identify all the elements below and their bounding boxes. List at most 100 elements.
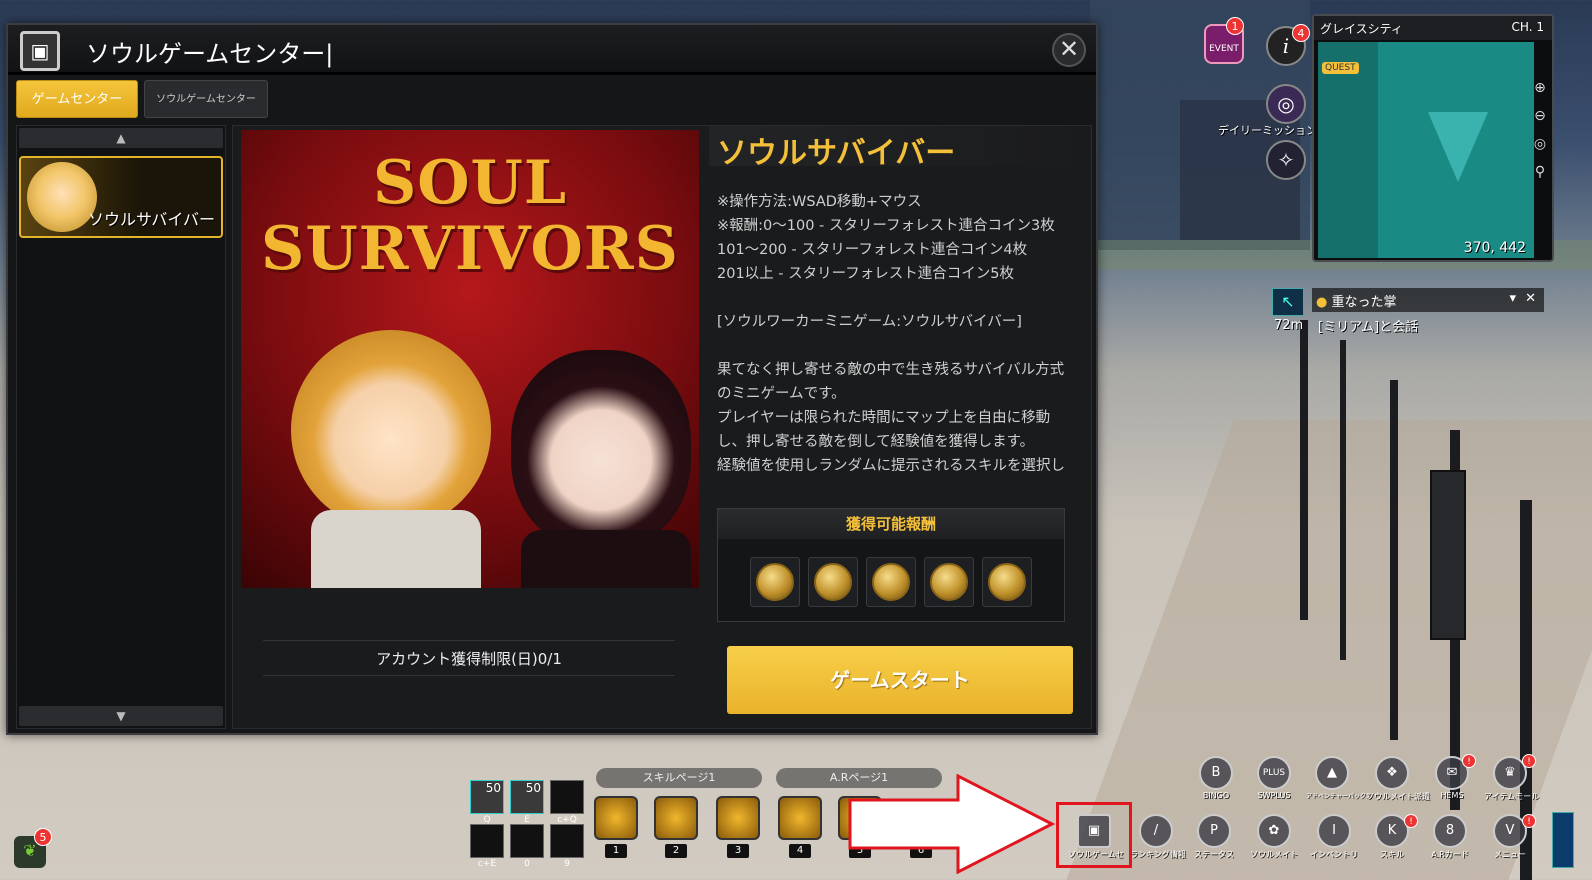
tree-icon: ▲ bbox=[1315, 756, 1349, 790]
menu-label: BINGO bbox=[1202, 791, 1230, 800]
dark-haired-character-body bbox=[521, 530, 691, 588]
emote-slot[interactable] bbox=[716, 796, 760, 840]
menu-label: SWPLUS bbox=[1257, 791, 1291, 800]
description-line: 101～200 - スタリーフォレスト連合コイン4枚 bbox=[717, 242, 1028, 258]
side-panel-toggle[interactable] bbox=[1552, 812, 1574, 868]
quest-objective: [ミリアム]と会話 bbox=[1318, 320, 1419, 335]
daily-limit-text: アカウント獲得制限(日)0/1 bbox=[263, 640, 675, 676]
quest-tracker[interactable]: ↖ ● 重なった掌 ▾ ✕ 72m [ミリアム]と会話 bbox=[1272, 286, 1544, 342]
game-title: ソウルサバイバー bbox=[717, 136, 956, 171]
emote-key: 2 bbox=[665, 844, 687, 858]
minimap-coordinates: 370, 442 bbox=[1463, 240, 1526, 256]
ar-card-icon: 8 bbox=[1433, 814, 1467, 848]
menu-swplus[interactable]: PLUS SWPLUS bbox=[1248, 756, 1300, 804]
map-area bbox=[1318, 42, 1378, 258]
emote-slot[interactable] bbox=[778, 796, 822, 840]
quest-marker: QUEST bbox=[1322, 62, 1359, 74]
quest-title: 重なった掌 bbox=[1331, 295, 1397, 310]
zoom-out-icon[interactable]: ⊖ bbox=[1530, 108, 1550, 128]
coin-icon bbox=[756, 563, 794, 601]
reward-slot[interactable] bbox=[866, 557, 916, 607]
coin-icon bbox=[814, 563, 852, 601]
tab-soul-game-center-beta[interactable]: ソウルゲームセンター[BETA] bbox=[144, 80, 268, 143]
event-label: EVENT bbox=[1209, 44, 1239, 54]
notification-badge: ! bbox=[1462, 754, 1476, 768]
minimap-map[interactable]: QUEST 370, 442 bbox=[1318, 42, 1534, 258]
pointer-arrow bbox=[848, 774, 1056, 874]
close-icon[interactable]: ✕ bbox=[1525, 291, 1536, 306]
reward-slot[interactable] bbox=[924, 557, 974, 607]
collapse-icon[interactable]: ▾ bbox=[1509, 291, 1516, 306]
daily-mission-icon[interactable]: ◎ bbox=[1266, 84, 1306, 124]
minimap-location: グレイスシティ bbox=[1320, 22, 1403, 36]
hotbar-slot[interactable]: 50 Q bbox=[470, 780, 504, 825]
guild-emblem-icon[interactable]: ✧ bbox=[1266, 140, 1306, 180]
reward-header: 獲得可能報酬 bbox=[718, 509, 1064, 539]
menu-adventure-pass[interactable]: ▲ アドベンチャーパックス bbox=[1306, 756, 1372, 804]
emote-slot[interactable] bbox=[654, 796, 698, 840]
character-thumbnail bbox=[27, 162, 97, 232]
quest-distance: 72m bbox=[1274, 318, 1304, 333]
coin-icon bbox=[872, 563, 910, 601]
scroll-down-button[interactable]: ▼ bbox=[19, 706, 223, 726]
channel-selector[interactable]: CH. 1 bbox=[1512, 20, 1544, 34]
scroll-up-button[interactable]: ▲ bbox=[19, 128, 223, 148]
skill-page-selector[interactable]: スキルページ1 bbox=[596, 768, 762, 788]
menu-label: ステータス bbox=[1194, 850, 1234, 859]
slot-key: c+E bbox=[477, 859, 497, 869]
menu-status[interactable]: P ステータス bbox=[1188, 814, 1240, 862]
reward-slot[interactable] bbox=[808, 557, 858, 607]
hotbar-slot[interactable]: c+Q bbox=[550, 780, 584, 825]
globe-icon[interactable]: ◎ bbox=[1530, 136, 1550, 156]
hotbar-slot[interactable]: 50 E bbox=[510, 780, 544, 825]
close-button[interactable]: ✕ bbox=[1052, 33, 1086, 67]
reward-slot[interactable] bbox=[982, 557, 1032, 607]
emote-key: 4 bbox=[789, 844, 811, 858]
window-title-bar[interactable]: ▣ ソウルゲームセンター| ✕ bbox=[8, 25, 1096, 75]
game-start-button[interactable]: ゲームスタート bbox=[727, 646, 1073, 714]
menu-ranking[interactable]: / ランキング情報 bbox=[1130, 814, 1186, 862]
menu-label: アイテムモール bbox=[1484, 792, 1540, 801]
minimap-header: グレイスシティ CH. 1 bbox=[1314, 16, 1552, 40]
quest-title-bar: ● 重なった掌 ▾ ✕ bbox=[1312, 288, 1544, 312]
pin-icon[interactable]: ⚲ bbox=[1530, 164, 1550, 184]
tab-game-center[interactable]: ゲームセンター bbox=[16, 80, 138, 118]
game-list-item-soul-survivor[interactable]: ソウルサバイバー bbox=[19, 156, 223, 238]
notification-badge: ! bbox=[1522, 814, 1536, 828]
menu-bingo[interactable]: B BINGO bbox=[1190, 756, 1242, 804]
hotbar-slot[interactable]: 9 bbox=[550, 824, 584, 869]
info-badge: 4 bbox=[1292, 24, 1310, 42]
hotbar-slot[interactable]: 0 bbox=[510, 824, 544, 869]
dark-haired-character-art bbox=[511, 350, 691, 550]
menu-inventory[interactable]: I インベントリ bbox=[1308, 814, 1360, 862]
zoom-in-icon[interactable]: ⊕ bbox=[1530, 80, 1550, 100]
coin-icon bbox=[930, 563, 968, 601]
plant-badge: 5 bbox=[34, 828, 52, 846]
daily-mission-label: デイリーミッション bbox=[1218, 124, 1317, 137]
soul-game-center-window: ▣ ソウルゲームセンター| ✕ ゲームセンター ソウルゲームセンター[BETA]… bbox=[6, 23, 1098, 735]
menu-label: インベントリ bbox=[1310, 850, 1358, 859]
status-icon: P bbox=[1197, 814, 1231, 848]
view-cone bbox=[1428, 112, 1488, 182]
slot-count: 50 bbox=[525, 781, 541, 795]
menu-label: HEMS bbox=[1440, 791, 1464, 800]
menu-label: メニュー bbox=[1494, 850, 1526, 859]
description-line: プレイヤーは限られた時間にマップ上を自由に移動 bbox=[717, 410, 1051, 426]
slot-key: 0 bbox=[524, 859, 530, 869]
menu-ar-card[interactable]: 8 A.Rカード bbox=[1424, 814, 1476, 862]
bingo-icon: B bbox=[1199, 756, 1233, 790]
menu-label: ランキング情報 bbox=[1130, 850, 1186, 859]
menu-soulmate[interactable]: ✿ ソウルメイト bbox=[1248, 814, 1300, 862]
inventory-icon: I bbox=[1317, 814, 1351, 848]
menu-label: スキル bbox=[1380, 850, 1404, 859]
notification-badge: ! bbox=[1522, 754, 1536, 768]
banner-title: SOUL SURVIVORS bbox=[241, 150, 699, 282]
quest-direction-icon: ↖ bbox=[1272, 288, 1304, 316]
hotbar-slot[interactable]: c+E bbox=[470, 824, 504, 869]
description-line: し、押し寄せる敵を倒して経験値を獲得します。 bbox=[717, 434, 1035, 450]
minimap[interactable]: グレイスシティ CH. 1 QUEST 370, 442 ⊕ ⊖ ◎ ⚲ bbox=[1312, 14, 1554, 262]
menu-soulmate-dispatch[interactable]: ❖ ソウルメイト派遣 bbox=[1366, 756, 1430, 804]
banner-title-line1: SOUL bbox=[372, 148, 568, 218]
emote-slot[interactable] bbox=[594, 796, 638, 840]
reward-slot[interactable] bbox=[750, 557, 800, 607]
